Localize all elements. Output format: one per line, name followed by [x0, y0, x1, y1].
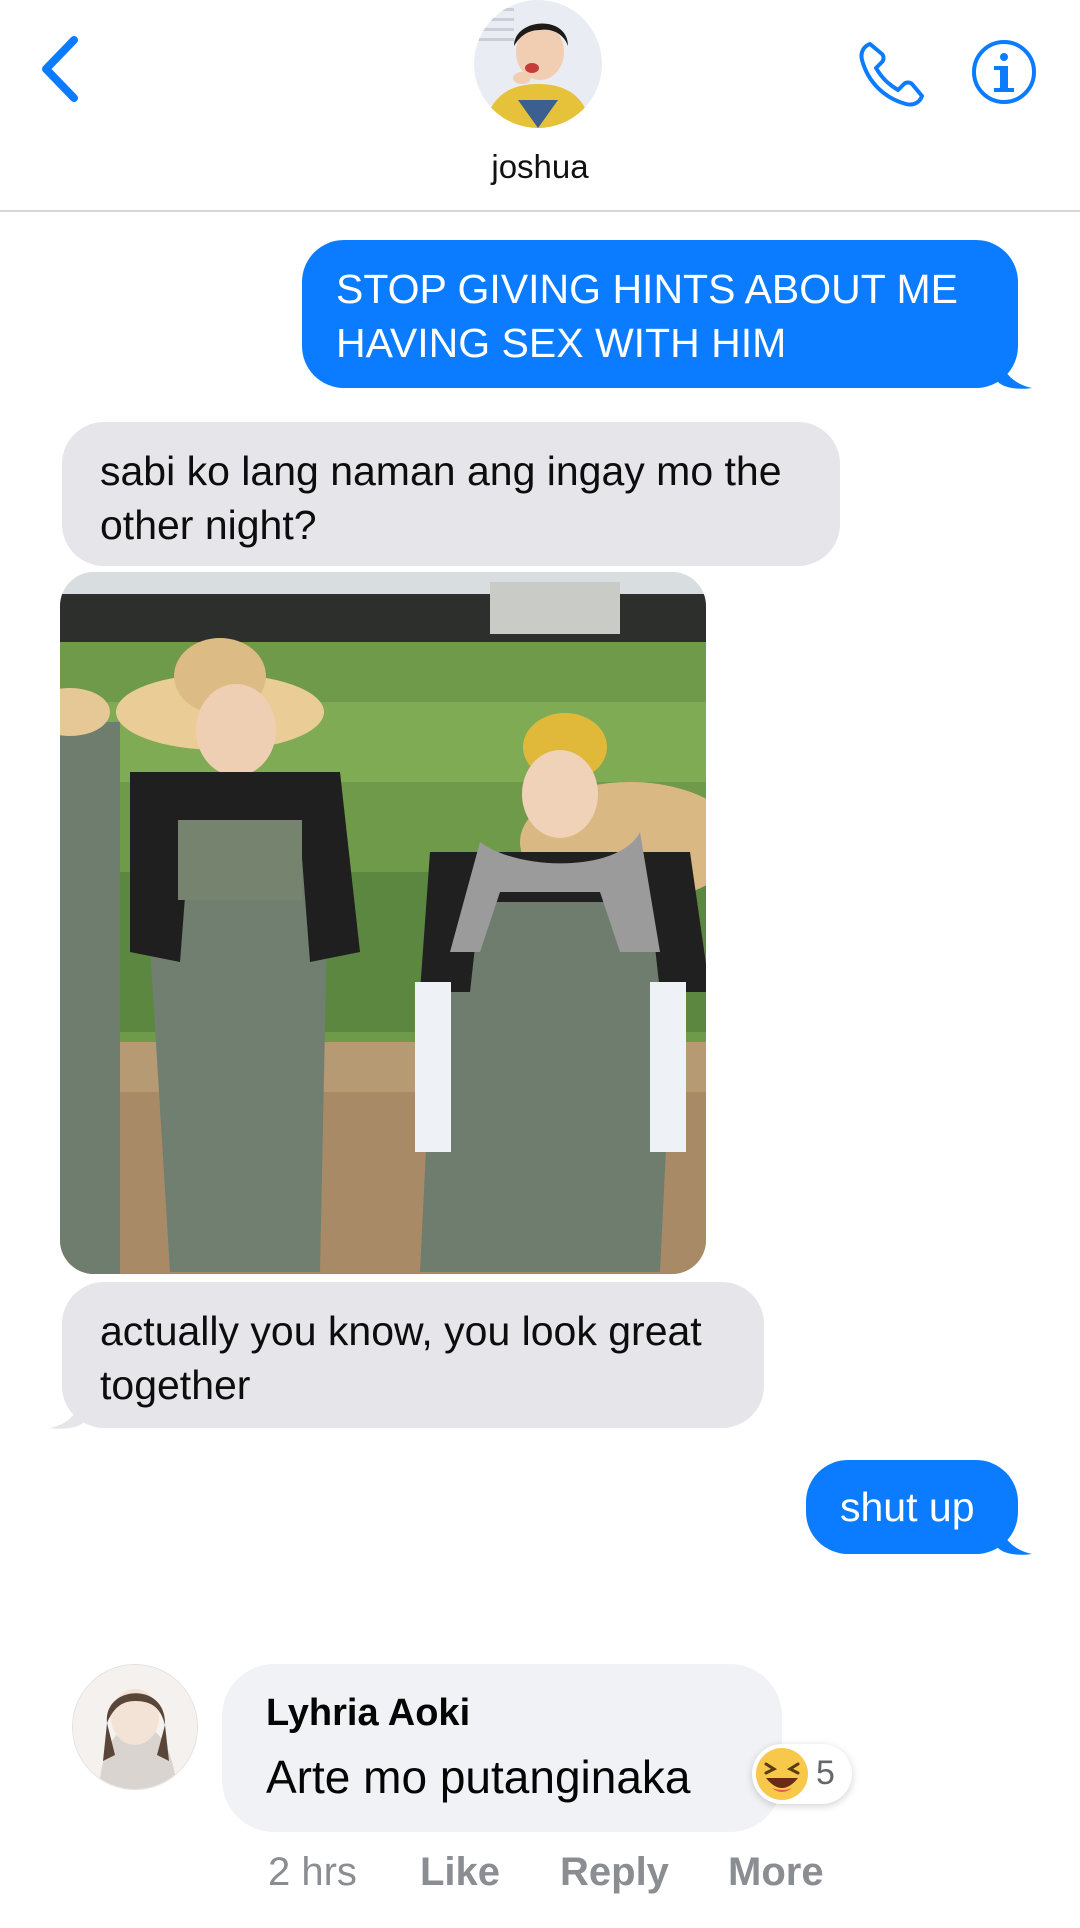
info-icon[interactable] — [970, 38, 1038, 106]
comment-author[interactable]: Lyhria Aoki — [266, 1692, 470, 1735]
message-line: other night? — [100, 502, 317, 548]
comment-text: Arte mo putanginaka — [266, 1751, 691, 1803]
reply-button[interactable]: Reply — [560, 1850, 669, 1895]
chevron-left-icon[interactable] — [36, 34, 88, 104]
contact-name[interactable]: joshua — [0, 148, 1080, 186]
message-line: together — [100, 1362, 251, 1408]
comment-bubble: Lyhria Aoki Arte mo putanginaka — [222, 1664, 782, 1832]
commenter-avatar[interactable] — [72, 1664, 198, 1790]
message-line: STOP GIVING HINTS ABOUT ME — [336, 266, 958, 312]
outgoing-message[interactable]: shut up — [806, 1460, 1018, 1554]
contact-avatar[interactable] — [474, 0, 602, 128]
laughing-emoji-icon — [756, 1748, 808, 1800]
reaction-summary[interactable]: 5 — [752, 1744, 852, 1804]
message-line: sabi ko lang naman ang ingay mo the — [100, 448, 782, 494]
bubble-tail — [998, 356, 1032, 389]
outgoing-message[interactable]: STOP GIVING HINTS ABOUT ME HAVING SEX WI… — [302, 240, 1018, 388]
reaction-count: 5 — [816, 1754, 835, 1792]
phone-icon[interactable] — [856, 38, 928, 110]
message-line: shut up — [840, 1484, 975, 1530]
message-line: HAVING SEX WITH HIM — [336, 320, 787, 366]
like-button[interactable]: Like — [420, 1850, 500, 1895]
message-line: actually you know, you look great — [100, 1308, 702, 1354]
shared-photo[interactable] — [60, 572, 706, 1274]
chat-header: joshua — [0, 0, 1080, 212]
incoming-message[interactable]: sabi ko lang naman ang ingay mo the othe… — [62, 422, 840, 566]
more-button[interactable]: More — [728, 1850, 824, 1895]
bubble-tail — [998, 1522, 1032, 1555]
incoming-message[interactable]: actually you know, you look great togeth… — [62, 1282, 764, 1428]
comment-time: 2 hrs — [268, 1850, 357, 1894]
bubble-tail — [50, 1396, 84, 1429]
